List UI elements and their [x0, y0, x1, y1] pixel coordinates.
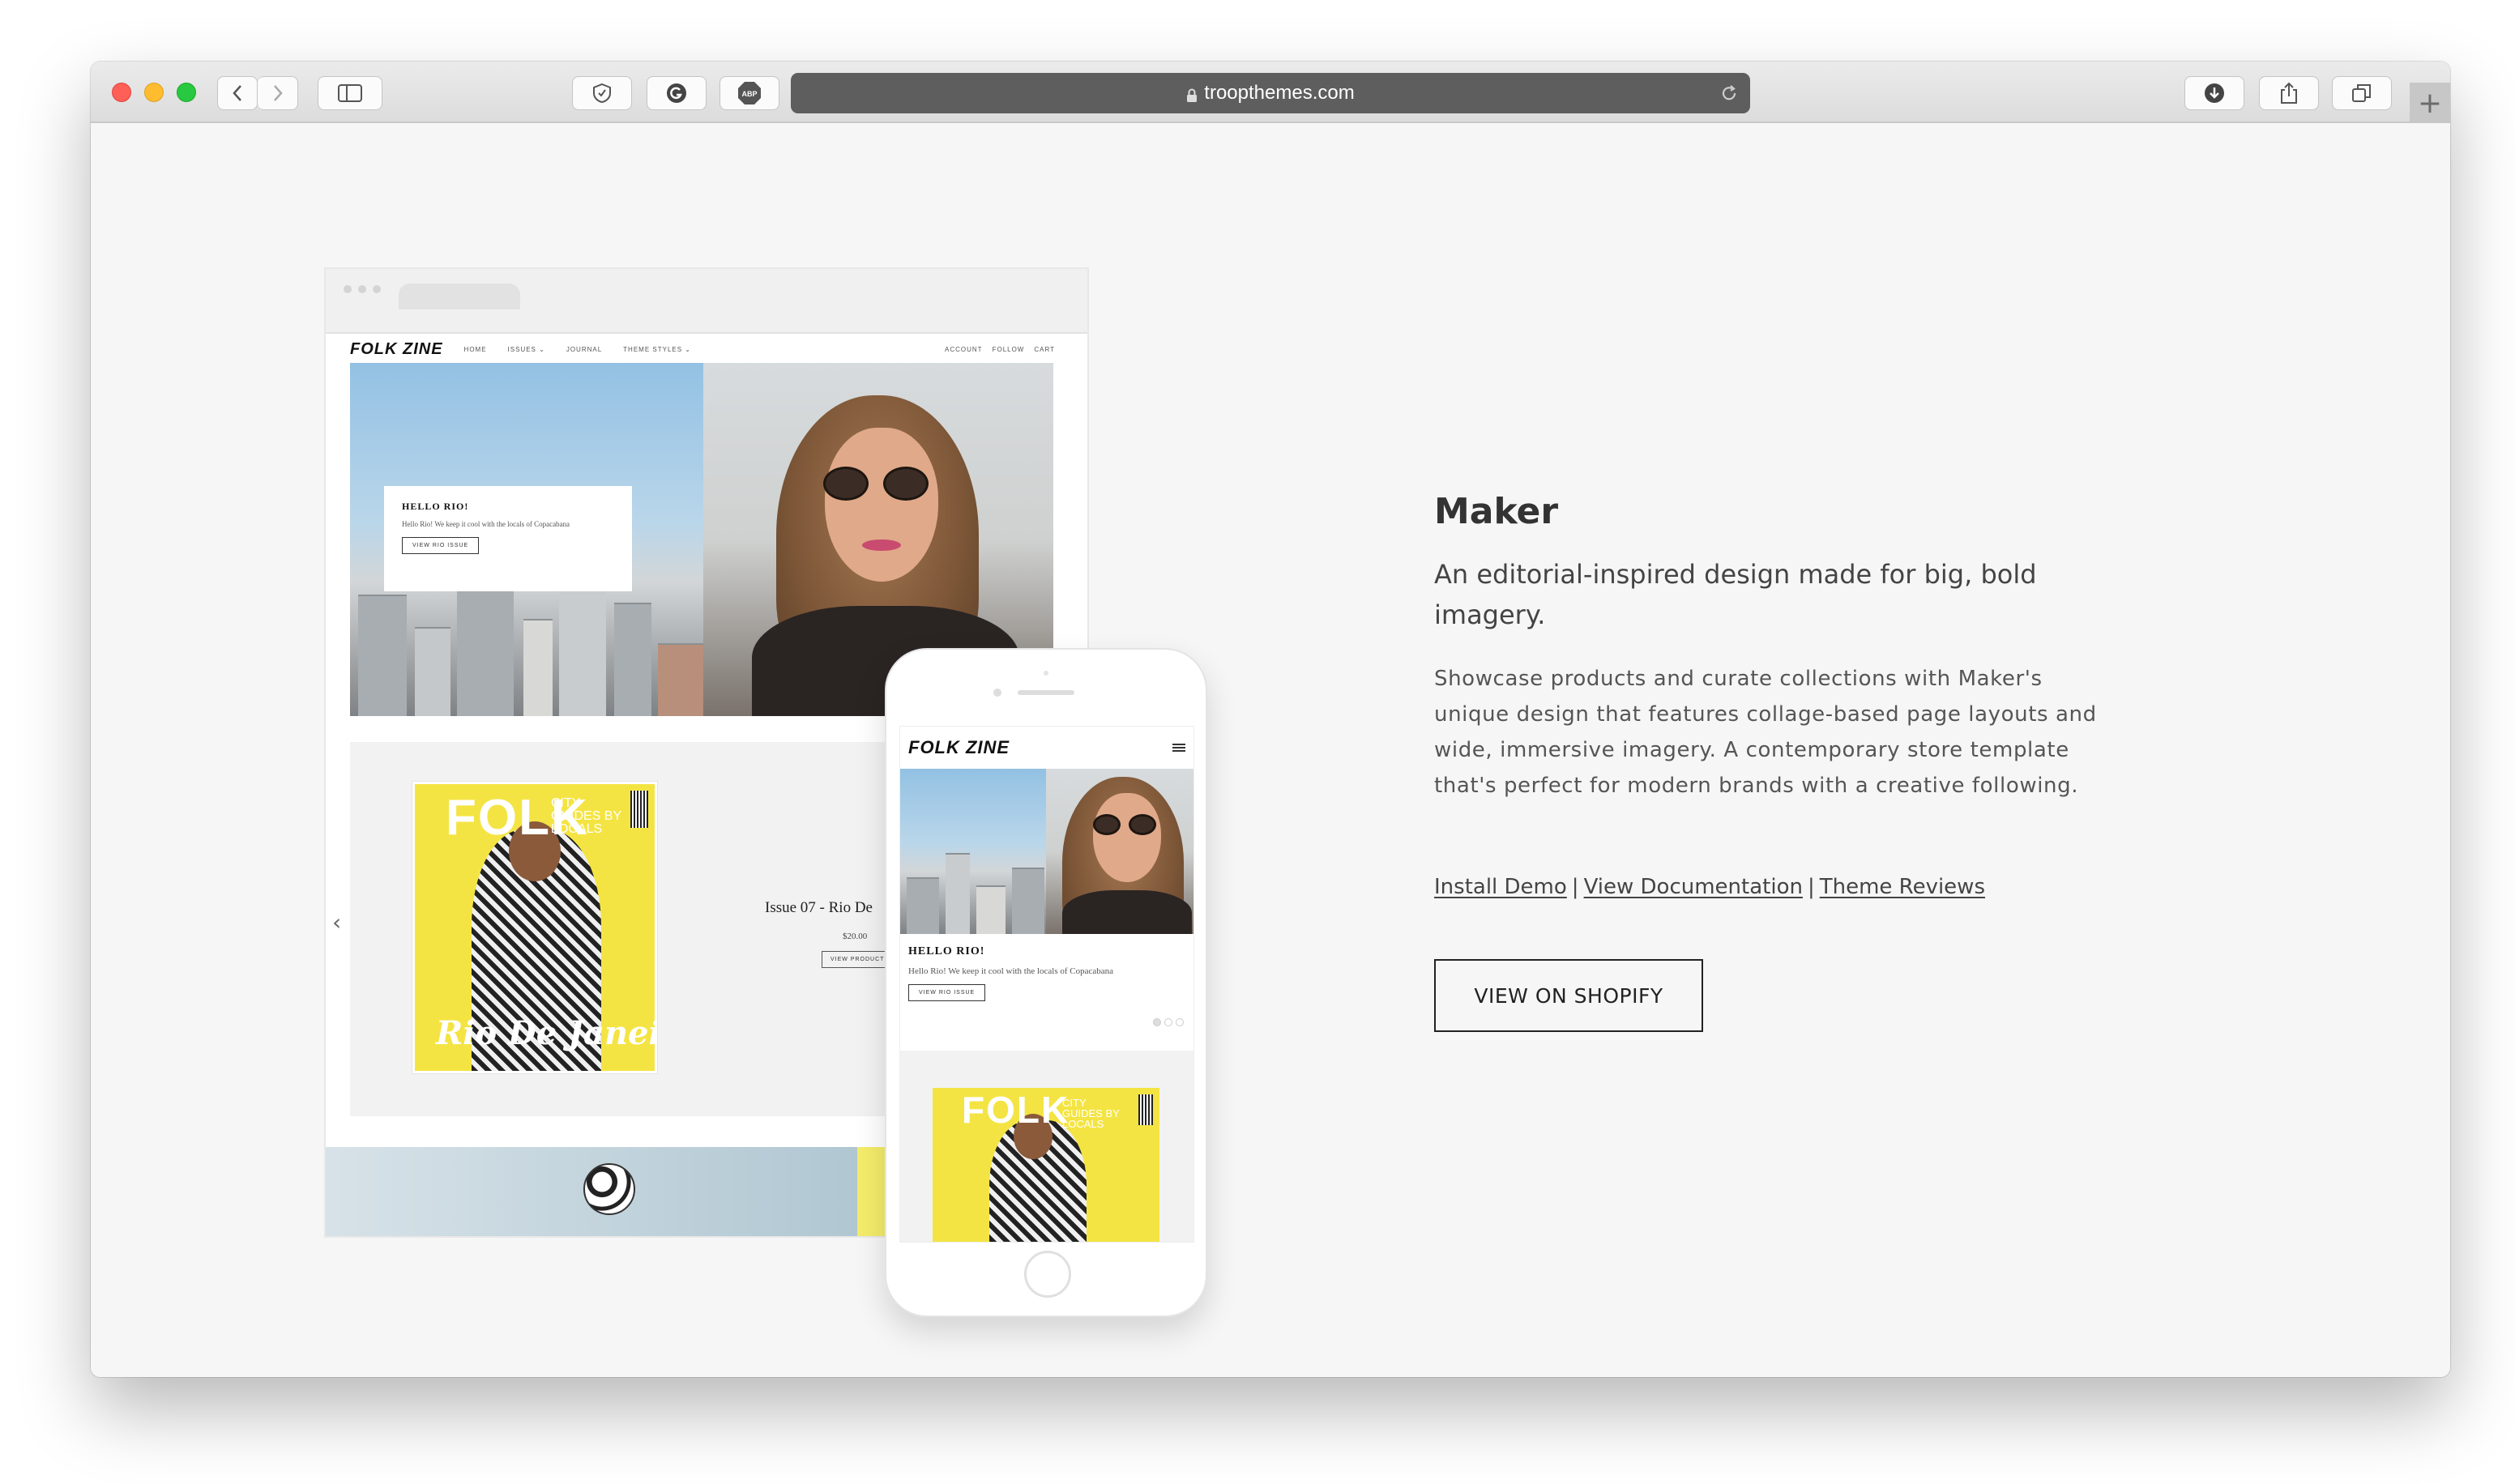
mobile-featured-product: FOLK CITY GUIDES BY LOCALS: [900, 1051, 1193, 1242]
install-demo-link[interactable]: Install Demo: [1434, 875, 1567, 899]
zoom-window-button[interactable]: [177, 83, 196, 102]
shield-icon: [593, 83, 611, 104]
browser-toolbar: ABP troopthemes.com: [91, 62, 2450, 123]
sidebar-toggle-button[interactable]: [318, 76, 382, 110]
mobile-nav: FOLK ZINE: [900, 727, 1193, 769]
link-separator: |: [1807, 875, 1815, 899]
mobile-city-image: [900, 769, 1046, 934]
grammarly-extension-button[interactable]: [647, 76, 707, 110]
preview-hero-text: Hello Rio! We keep it cool with the loca…: [402, 520, 570, 528]
mockup-browser-bar: [326, 269, 1087, 334]
preview-logo: FOLK ZINE: [350, 339, 443, 358]
soccer-ball-image: [583, 1163, 635, 1215]
adblock-extension-button[interactable]: ABP: [719, 76, 779, 110]
lock-icon: [1186, 86, 1198, 102]
preview-hero-heading: HELLO RIO!: [402, 501, 469, 512]
magazine-cover-image: FOLK CITY GUIDES BY LOCALS Rio De Janeir…: [415, 784, 655, 1071]
barcode-icon: [630, 791, 648, 828]
chevron-left-icon: [233, 85, 241, 101]
slider-dots: [1153, 1018, 1184, 1026]
download-icon: [2205, 83, 2224, 103]
product-title: Issue 07 - Rio De: [765, 899, 873, 916]
share-icon: [2281, 82, 2297, 104]
preview-nav-journal: JOURNAL: [566, 345, 603, 353]
preview-nav-follow: FOLLOW: [992, 345, 1025, 353]
url-text: troopthemes.com: [1204, 82, 1355, 104]
view-documentation-link[interactable]: View Documentation: [1584, 875, 1803, 899]
theme-description: Showcase products and curate collections…: [1434, 667, 2097, 798]
preview-hero-button: VIEW RIO ISSUE: [402, 537, 480, 554]
mobile-hero-text: Hello Rio! We keep it cool with the loca…: [908, 966, 1114, 976]
tab-overview-button[interactable]: [2332, 76, 2392, 110]
mobile-cover-subtitle: CITY GUIDES BY LOCALS: [1062, 1097, 1120, 1130]
mobile-hero-card: HELLO RIO! Hello Rio! We keep it cool wi…: [900, 934, 1193, 1044]
browser-window: ABP troopthemes.com + FOLK ZINE HOME ISS…: [91, 62, 2450, 1377]
mobile-hero: [900, 769, 1193, 934]
mobile-logo: FOLK ZINE: [908, 737, 1010, 757]
cover-subtitle: CITY GUIDES BY LOCALS: [551, 796, 621, 836]
mobile-cover-title: FOLK: [962, 1089, 1070, 1131]
back-button[interactable]: [217, 76, 258, 110]
preview-nav-cart: CART: [1034, 345, 1055, 353]
barcode-icon: [1138, 1094, 1153, 1125]
plus-icon: +: [2417, 86, 2443, 120]
phone-screen: FOLK ZINE HELLO RIO! Hello Rio! We keep …: [899, 726, 1194, 1243]
theme-tagline: An editorial-inspired design made for bi…: [1434, 559, 2037, 630]
tabs-icon: [2352, 84, 2371, 102]
preview-nav-account: ACCOUNT: [945, 345, 983, 353]
privacy-extension-button[interactable]: [572, 76, 632, 110]
address-bar[interactable]: troopthemes.com: [791, 73, 1750, 113]
phone-speaker: [1018, 690, 1074, 695]
chevron-left-icon: ‹: [332, 909, 342, 936]
theme-reviews-link[interactable]: Theme Reviews: [1820, 875, 1985, 899]
chevron-right-icon: [273, 85, 283, 101]
adblock-icon: ABP: [738, 82, 761, 104]
sidebar-icon: [338, 84, 362, 102]
mobile-hero-button: VIEW RIO ISSUE: [908, 984, 986, 1001]
theme-title: Maker: [1434, 491, 1559, 532]
close-window-button[interactable]: [112, 83, 131, 102]
page-content: FOLK ZINE HOME ISSUES ⌄ JOURNAL THEME ST…: [91, 123, 2450, 1377]
mobile-model-image: [1046, 769, 1193, 934]
mobile-cover-image: FOLK CITY GUIDES BY LOCALS: [933, 1088, 1159, 1242]
mobile-hero-heading: HELLO RIO!: [908, 945, 985, 957]
view-product-button: VIEW PRODUCT: [822, 951, 894, 968]
preview-hero-card: HELLO RIO! Hello Rio! We keep it cool wi…: [384, 486, 632, 591]
view-on-shopify-button[interactable]: VIEW ON SHOPIFY: [1434, 959, 1703, 1032]
mobile-theme-preview: FOLK ZINE HELLO RIO! Hello Rio! We keep …: [885, 648, 1207, 1317]
downloads-button[interactable]: [2184, 76, 2244, 110]
new-tab-button[interactable]: +: [2410, 83, 2450, 123]
hamburger-menu-icon: [1172, 744, 1185, 752]
mockup-tab: [399, 284, 520, 309]
preview-nav-theme-styles: THEME STYLES ⌄: [623, 345, 691, 353]
preview-nav-home: HOME: [463, 345, 487, 353]
forward-button[interactable]: [258, 76, 298, 110]
reload-icon[interactable]: [1719, 83, 1739, 109]
phone-home-button: [1024, 1251, 1071, 1298]
preview-nav: FOLK ZINE HOME ISSUES ⌄ JOURNAL THEME ST…: [350, 335, 1055, 363]
preview-nav-issues: ISSUES ⌄: [507, 345, 545, 353]
cover-script: Rio De Janeiro: [436, 1014, 655, 1052]
theme-links: Install Demo | View Documentation | Theme Re…: [1434, 875, 2099, 899]
minimize-window-button[interactable]: [144, 83, 164, 102]
grammarly-icon: [667, 83, 686, 103]
product-price: $20.00: [843, 932, 868, 941]
link-separator: |: [1571, 875, 1579, 899]
svg-text:ABP: ABP: [741, 90, 757, 98]
share-button[interactable]: [2259, 76, 2319, 110]
